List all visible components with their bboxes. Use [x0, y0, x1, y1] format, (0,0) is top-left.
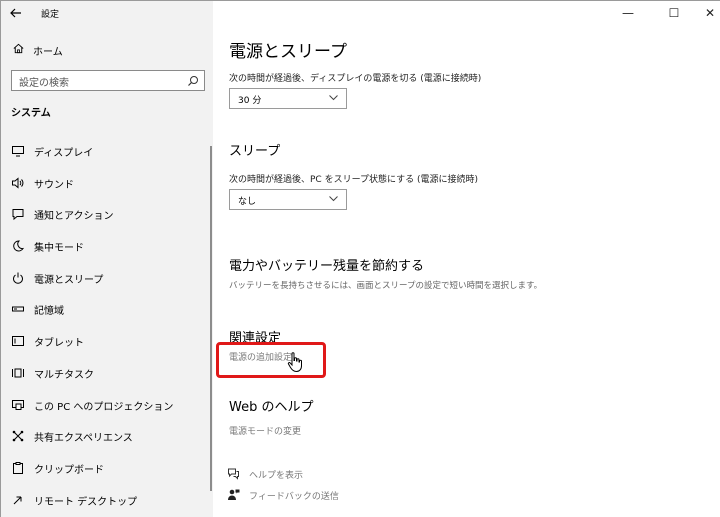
sidebar-item-label: マルチタスク: [34, 369, 94, 381]
sidebar-item-label: 電源とスリープ: [34, 274, 104, 286]
sidebar-item-label: 共有エクスペリエンス: [34, 433, 133, 445]
get-help-label: ヘルプを表示: [249, 471, 304, 481]
sidebar-item-display[interactable]: ディスプレイ: [1, 138, 213, 170]
sidebar-item-label: この PC へのプロジェクション: [34, 401, 174, 413]
power-saving-heading: 電力やバッテリー残量を節約する: [229, 259, 425, 274]
sidebar-item-projection[interactable]: この PC へのプロジェクション: [1, 392, 213, 424]
sidebar: 設定 ホーム 設定の検索 システム ディスプレイ サウンド 通知とアクション 集…: [1, 1, 213, 517]
web-help-heading: Web のヘルプ: [229, 400, 314, 415]
back-arrow-icon: [10, 8, 21, 18]
remote-desktop-icon: [13, 496, 22, 504]
search-input[interactable]: 設定の検索: [11, 70, 205, 91]
sound-icon: [12, 177, 24, 189]
sidebar-scrollbar[interactable]: [210, 146, 212, 491]
sidebar-item-notifications[interactable]: 通知とアクション: [1, 201, 213, 233]
feedback-label: フィードバックの送信: [249, 492, 339, 502]
back-button[interactable]: [9, 6, 27, 22]
screen-timeout-value: 30 分: [238, 96, 262, 106]
sleep-description: 次の時間が経過後、PC をスリープ状態にする (電源に接続時): [229, 175, 479, 185]
storage-icon: [12, 306, 24, 312]
sidebar-item-remote-desktop[interactable]: リモート デスクトップ: [1, 487, 213, 517]
section-title: システム: [11, 108, 51, 119]
sidebar-item-label: ディスプレイ: [34, 148, 94, 159]
help-chat-icon: [228, 468, 239, 480]
sidebar-item-tablet[interactable]: タブレット: [1, 328, 213, 360]
sleep-value: なし: [238, 197, 257, 207]
sidebar-item-label: 通知とアクション: [34, 211, 114, 223]
display-icon: [12, 146, 24, 157]
chevron-down-icon: [328, 92, 339, 106]
nav-home[interactable]: ホーム: [1, 39, 213, 61]
title-bar: 設定: [1, 1, 213, 27]
chevron-down-icon: [328, 193, 339, 207]
sleep-heading: スリープ: [229, 144, 281, 159]
sidebar-item-label: サウンド: [34, 179, 74, 191]
main-content: — ☐ ✕ 電源とスリープ 次の時間が経過後、ディスプレイの電源を切る (電源に…: [213, 1, 720, 517]
sidebar-item-label: リモート デスクトップ: [34, 496, 138, 508]
power-mode-link[interactable]: 電源モードの変更: [229, 424, 301, 437]
page-title: 電源とスリープ: [229, 42, 347, 62]
search-icon: [188, 76, 198, 86]
focus-moon-icon: [13, 240, 24, 252]
shared-experience-icon: [12, 430, 24, 442]
settings-window: 設定 ホーム 設定の検索 システム ディスプレイ サウンド 通知とアクション 集…: [0, 0, 720, 517]
nav-home-label: ホーム: [33, 47, 63, 58]
screen-timeout-description: 次の時間が経過後、ディスプレイの電源を切る (電源に接続時): [229, 74, 482, 84]
multitask-icon: [12, 368, 24, 378]
notification-icon: [12, 209, 24, 221]
sidebar-item-label: 記憶域: [34, 306, 64, 318]
power-saving-description: バッテリーを長持ちさせるには、画面とスリープの設定で短い時間を選択します。: [229, 281, 543, 291]
sidebar-item-sound[interactable]: サウンド: [1, 170, 213, 202]
sidebar-item-focus[interactable]: 集中モード: [1, 233, 213, 265]
sidebar-item-label: クリップボード: [34, 464, 104, 476]
sidebar-item-label: 集中モード: [34, 243, 84, 255]
highlight-box: [216, 342, 326, 378]
search-placeholder: 設定の検索: [19, 78, 69, 89]
projection-icon: [12, 399, 24, 410]
sidebar-item-shared-experience[interactable]: 共有エクスペリエンス: [1, 423, 213, 455]
nav-list: ディスプレイ サウンド 通知とアクション 集中モード 電源とスリープ 記憶域 タ…: [1, 138, 213, 517]
feedback-icon: [228, 489, 240, 500]
sidebar-item-power[interactable]: 電源とスリープ: [1, 265, 213, 297]
sidebar-item-multitask[interactable]: マルチタスク: [1, 360, 213, 392]
home-icon: [13, 43, 24, 54]
sleep-dropdown[interactable]: なし: [229, 189, 347, 210]
minimize-button[interactable]: —: [611, 3, 645, 23]
sidebar-item-label: タブレット: [34, 338, 84, 350]
tablet-icon: [12, 336, 24, 347]
maximize-button[interactable]: ☐: [657, 3, 691, 23]
hand-cursor-icon: [287, 352, 302, 373]
app-title: 設定: [41, 10, 60, 20]
power-icon: [13, 272, 23, 284]
sidebar-item-clipboard[interactable]: クリップボード: [1, 455, 213, 487]
clipboard-icon: [13, 461, 23, 474]
screen-timeout-dropdown[interactable]: 30 分: [229, 88, 347, 109]
sidebar-item-storage[interactable]: 記憶域: [1, 296, 213, 328]
close-button[interactable]: ✕: [693, 3, 720, 23]
